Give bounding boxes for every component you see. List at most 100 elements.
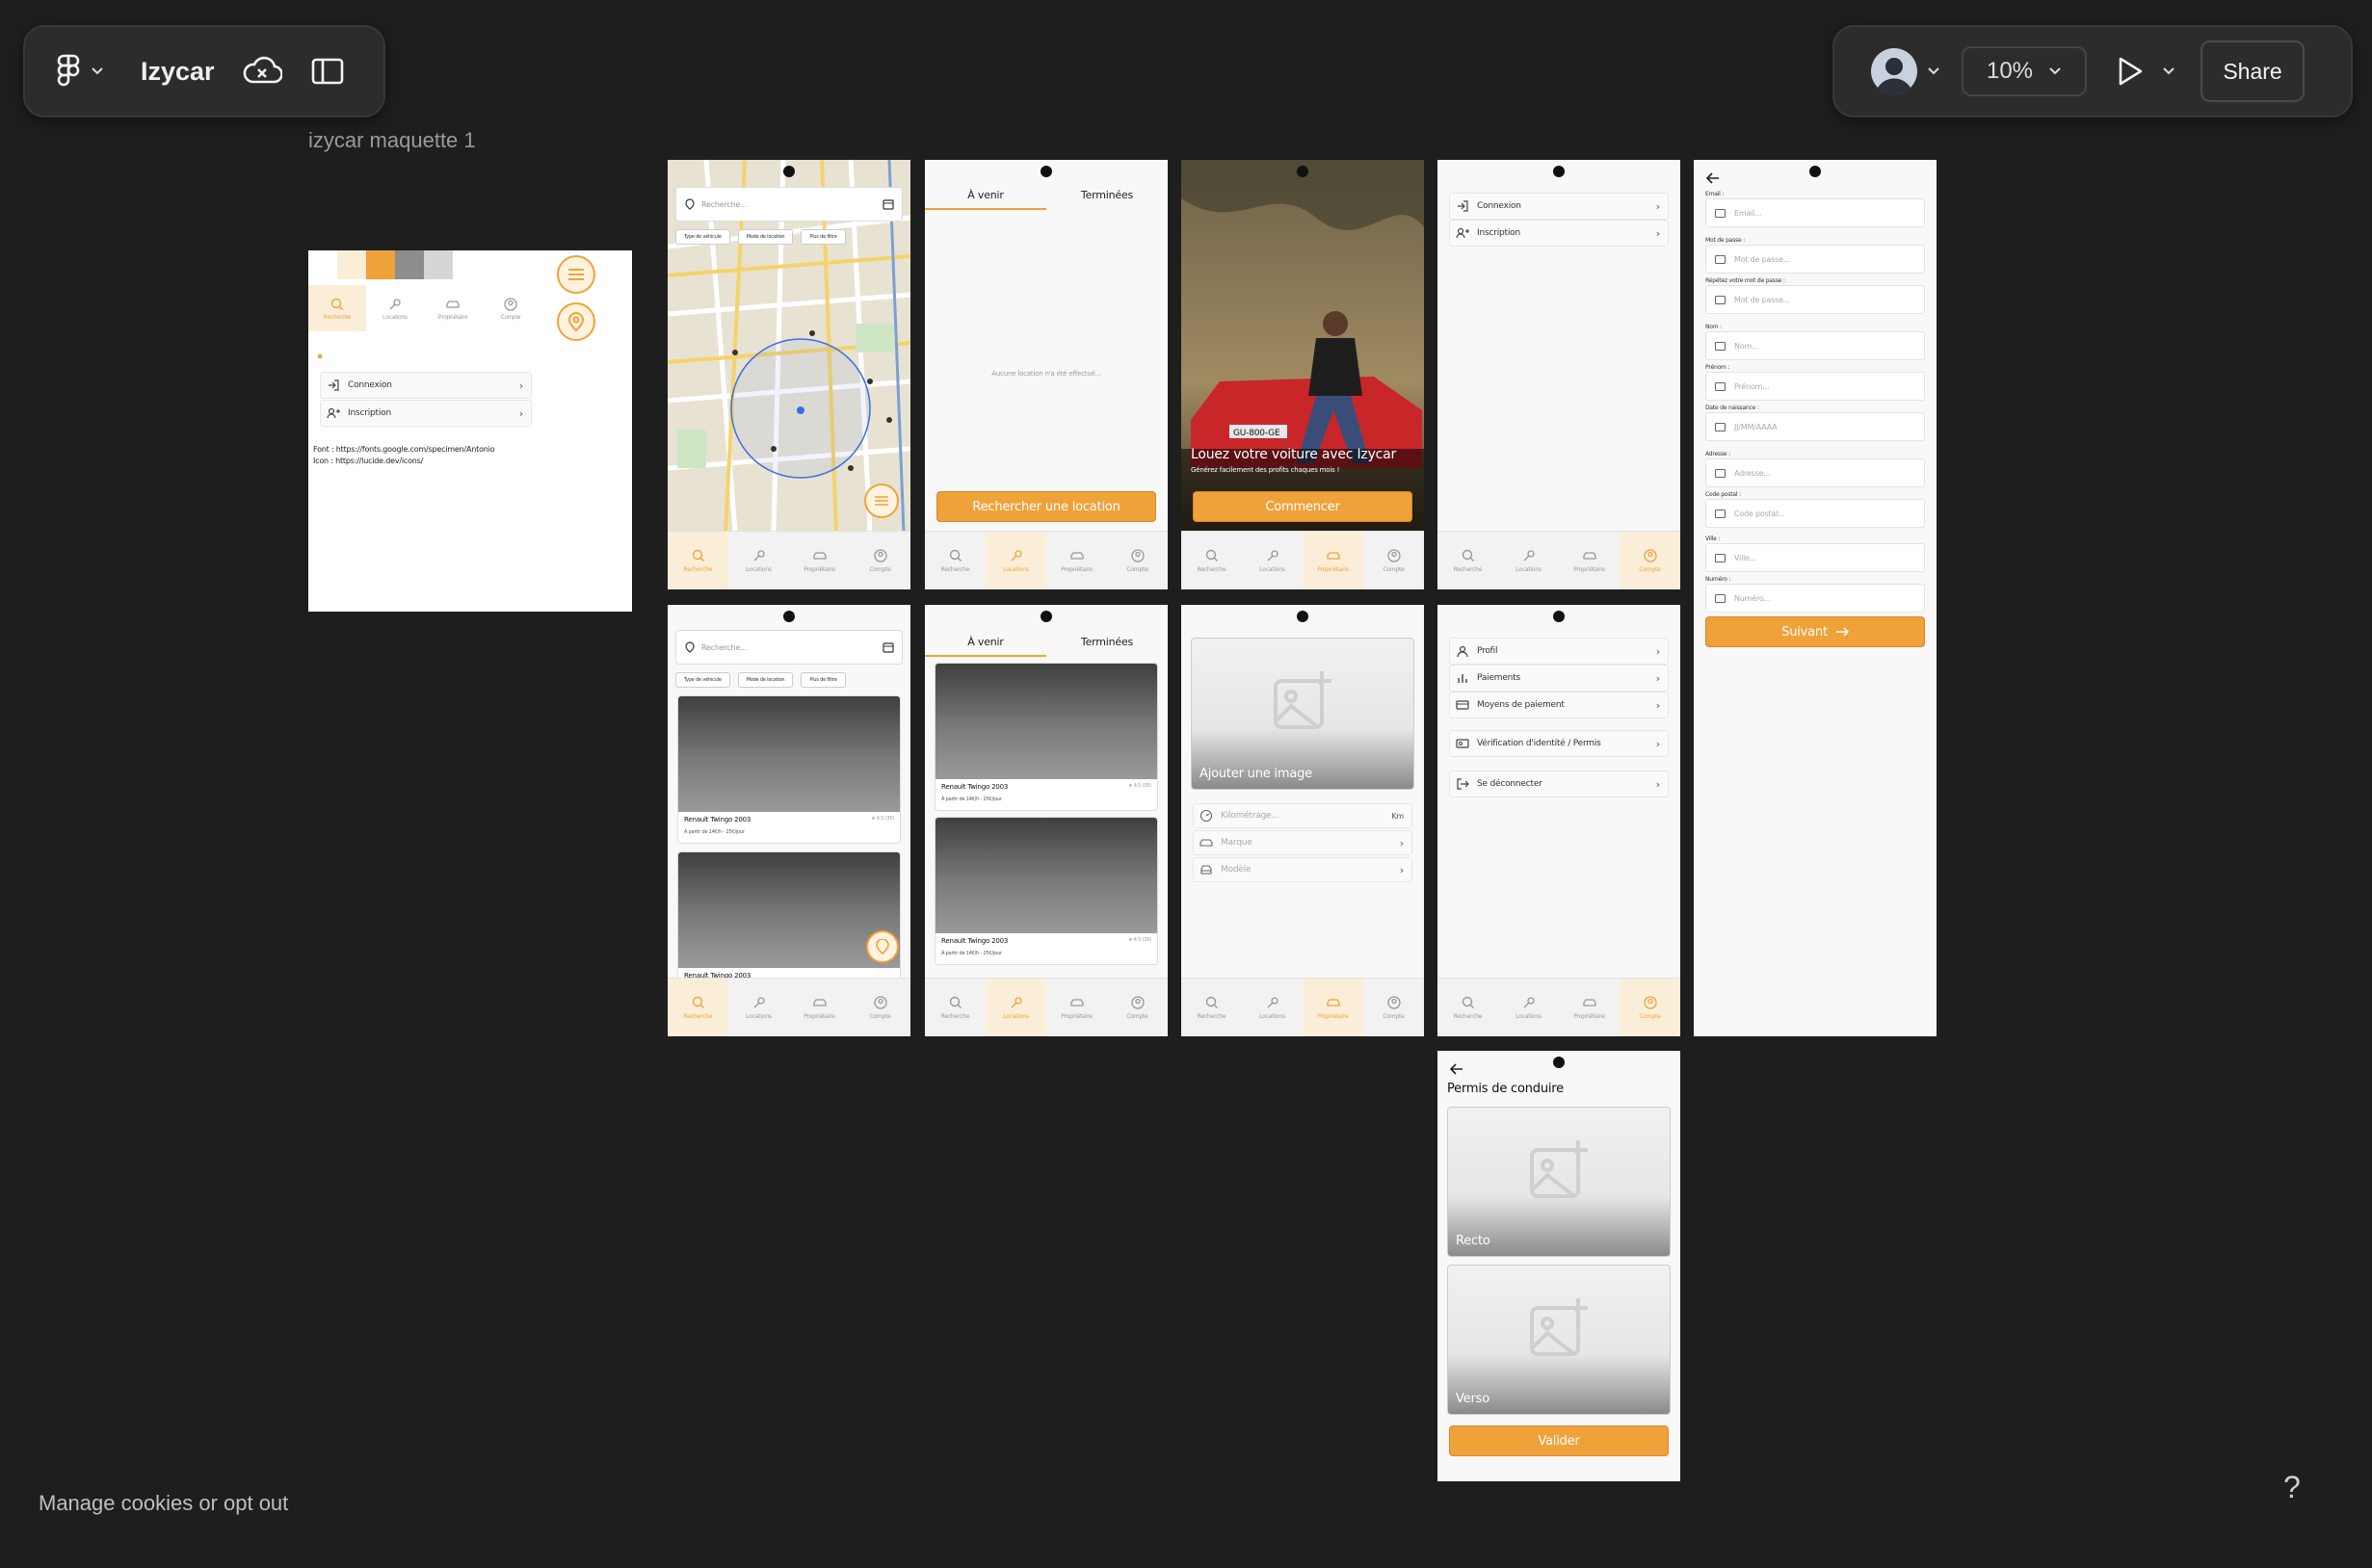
tab-done[interactable]: Terminées	[1046, 189, 1168, 210]
nav-item-owner[interactable]: Propriétaire	[789, 979, 850, 1036]
validate-button[interactable]: Valider	[1449, 1425, 1669, 1456]
nav-item-owner[interactable]: Propriétaire	[1303, 979, 1363, 1036]
nav-item-search[interactable]: Recherche	[668, 979, 728, 1036]
mileage-input[interactable]: Kilométrage... Km	[1193, 803, 1412, 828]
nav-item-account[interactable]: Compte	[1363, 979, 1424, 1036]
calendar-icon[interactable]	[883, 198, 894, 210]
nav-item-locations[interactable]: Locations	[728, 532, 789, 589]
signup-input[interactable]: Mot de passe...	[1705, 245, 1925, 274]
signup-input[interactable]: Mot de passe...	[1705, 285, 1925, 314]
chip-rental-mode[interactable]: Mode de location	[737, 672, 794, 688]
nav-item-account[interactable]: Compte	[1620, 532, 1680, 589]
chip-vehicle-type[interactable]: Type de véhicule	[675, 672, 730, 688]
car-card[interactable]: Renault Twingo 2003 À partir de 14€/h - …	[677, 695, 901, 844]
back-arrow-icon[interactable]	[1449, 1062, 1464, 1076]
nav-item-owner[interactable]: Propriétaire	[1559, 532, 1620, 589]
add-image-area[interactable]: Ajouter une image	[1191, 638, 1414, 790]
nav-item-owner[interactable]: Propriétaire	[1303, 532, 1363, 589]
file-name[interactable]: Izycar	[141, 57, 215, 87]
connexion-row[interactable]: Connexion ›	[1449, 193, 1669, 220]
signup-frame[interactable]: Email : Email... Mot de passe : Mot de pass…	[1694, 160, 1937, 1036]
signup-input[interactable]: JJ/MM/AAAA	[1705, 412, 1925, 441]
nav-item-owner[interactable]: Propriétaire	[1046, 979, 1107, 1036]
help-button[interactable]: ?	[2283, 1470, 2301, 1505]
nav-item-owner[interactable]: Propriétaire	[789, 532, 850, 589]
license-back-upload[interactable]: Verso	[1447, 1265, 1671, 1415]
locations-empty-frame[interactable]: À venir Terminées Aucune location n'a ét…	[925, 160, 1168, 589]
map-screen-frame[interactable]: Recherche... Type de véhicule Mode de lo…	[668, 160, 910, 589]
nav-item-search[interactable]: Recherche	[925, 979, 986, 1036]
frame-title[interactable]: izycar maquette 1	[308, 128, 476, 153]
calendar-icon[interactable]	[883, 641, 894, 653]
identity-verification-row[interactable]: Vérification d'identité / Permis ›	[1449, 730, 1669, 757]
driver-license-frame[interactable]: Permis de conduire Recto Verso Valider	[1437, 1051, 1680, 1481]
present-options-button[interactable]	[2162, 66, 2175, 76]
nav-item-owner[interactable]: Propriétaire	[1046, 532, 1107, 589]
zoom-dropdown[interactable]: 10%	[1962, 46, 2087, 96]
back-arrow-icon[interactable]	[1705, 171, 1721, 185]
nav-item-search[interactable]: Recherche	[1437, 979, 1498, 1036]
next-button[interactable]: Suivant	[1705, 616, 1925, 647]
signup-input[interactable]: Email...	[1705, 198, 1925, 227]
user-menu-button[interactable]	[1871, 48, 1940, 94]
payment-methods-row[interactable]: Moyens de paiement ›	[1449, 692, 1669, 719]
profile-row[interactable]: Profil ›	[1449, 638, 1669, 665]
nav-item-search[interactable]: Recherche	[925, 532, 986, 589]
inscription-row[interactable]: Inscription ›	[1449, 220, 1669, 247]
search-bar[interactable]: Recherche...	[675, 187, 903, 222]
nav-item-locations[interactable]: Locations	[1498, 979, 1559, 1036]
nav-item-locations[interactable]: Locations	[1242, 979, 1303, 1036]
nav-item-search[interactable]: Recherche	[1437, 532, 1498, 589]
locations-list-frame[interactable]: À venir Terminées Renault Twingo 2003 À …	[925, 605, 1168, 1036]
search-list-frame[interactable]: Recherche... Type de véhicule Mode de lo…	[668, 605, 910, 1036]
chip-vehicle-type[interactable]: Type de véhicule	[675, 229, 730, 245]
chip-rental-mode[interactable]: Mode de location	[737, 229, 794, 245]
nav-item-search[interactable]: Recherche	[668, 532, 728, 589]
tab-upcoming[interactable]: À venir	[925, 636, 1046, 657]
style-guide-frame[interactable]: Recherche Locations Propriétaire Compte …	[308, 250, 632, 612]
share-button[interactable]: Share	[2201, 40, 2305, 102]
nav-item-locations[interactable]: Locations	[1498, 532, 1559, 589]
start-button[interactable]: Commencer	[1193, 491, 1412, 522]
account-guest-frame[interactable]: Connexion › Inscription › Recherche Locati…	[1437, 160, 1680, 589]
nav-item-owner[interactable]: Propriétaire	[1559, 979, 1620, 1036]
signup-input[interactable]: Prénom...	[1705, 372, 1925, 401]
payments-row[interactable]: Paiements ›	[1449, 665, 1669, 692]
nav-item-account[interactable]: Compte	[1107, 979, 1168, 1036]
cookies-link[interactable]: Manage cookies or opt out	[39, 1491, 288, 1516]
signup-input[interactable]: Nom...	[1705, 331, 1925, 360]
nav-item-account[interactable]: Compte	[850, 979, 910, 1036]
signup-input[interactable]: Ville...	[1705, 543, 1925, 572]
nav-item-locations[interactable]: Locations	[986, 979, 1046, 1036]
map-fab[interactable]	[866, 930, 899, 963]
nav-item-account[interactable]: Compte	[850, 532, 910, 589]
model-select[interactable]: Modèle ›	[1193, 857, 1412, 882]
nav-item-search[interactable]: Recherche	[1181, 532, 1242, 589]
search-rental-button[interactable]: Rechercher une location	[936, 491, 1156, 522]
signup-input[interactable]: Numéro...	[1705, 584, 1925, 613]
account-menu-frame[interactable]: Profil › Paiements › Moyens de paiement › V…	[1437, 605, 1680, 1036]
signup-input[interactable]: Adresse...	[1705, 458, 1925, 487]
nav-item-search[interactable]: Recherche	[1181, 979, 1242, 1036]
brand-select[interactable]: Marque ›	[1193, 830, 1412, 855]
chip-more-filters[interactable]: Plus de filtre	[801, 229, 846, 245]
toggle-sidebar-button[interactable]	[311, 58, 344, 85]
nav-item-account[interactable]: Compte	[1620, 979, 1680, 1036]
onboarding-frame[interactable]: GU-800-GE Louez votre voiture avec Izyca…	[1181, 160, 1424, 589]
car-card[interactable]: Renault Twingo 2003 À partir de 14€/h - …	[935, 817, 1158, 965]
add-vehicle-frame[interactable]: Ajouter une image Kilométrage... Km Marq…	[1181, 605, 1424, 1036]
menu-fab[interactable]	[864, 483, 899, 518]
tab-done[interactable]: Terminées	[1046, 636, 1168, 657]
signup-input[interactable]: Code postal...	[1705, 499, 1925, 528]
nav-item-locations[interactable]: Locations	[986, 532, 1046, 589]
present-button[interactable]	[2116, 56, 2145, 87]
nav-item-account[interactable]: Compte	[1363, 532, 1424, 589]
search-bar[interactable]: Recherche...	[675, 630, 903, 665]
logout-row[interactable]: Se déconnecter ›	[1449, 771, 1669, 797]
license-front-upload[interactable]: Recto	[1447, 1107, 1671, 1257]
cloud-status-button[interactable]	[242, 56, 282, 87]
figma-menu-button[interactable]	[54, 53, 104, 90]
nav-item-locations[interactable]: Locations	[1242, 532, 1303, 589]
car-card[interactable]: Renault Twingo 2003 À partir de 14€/h - …	[935, 663, 1158, 811]
chip-more-filters[interactable]: Plus de filtre	[801, 672, 846, 688]
